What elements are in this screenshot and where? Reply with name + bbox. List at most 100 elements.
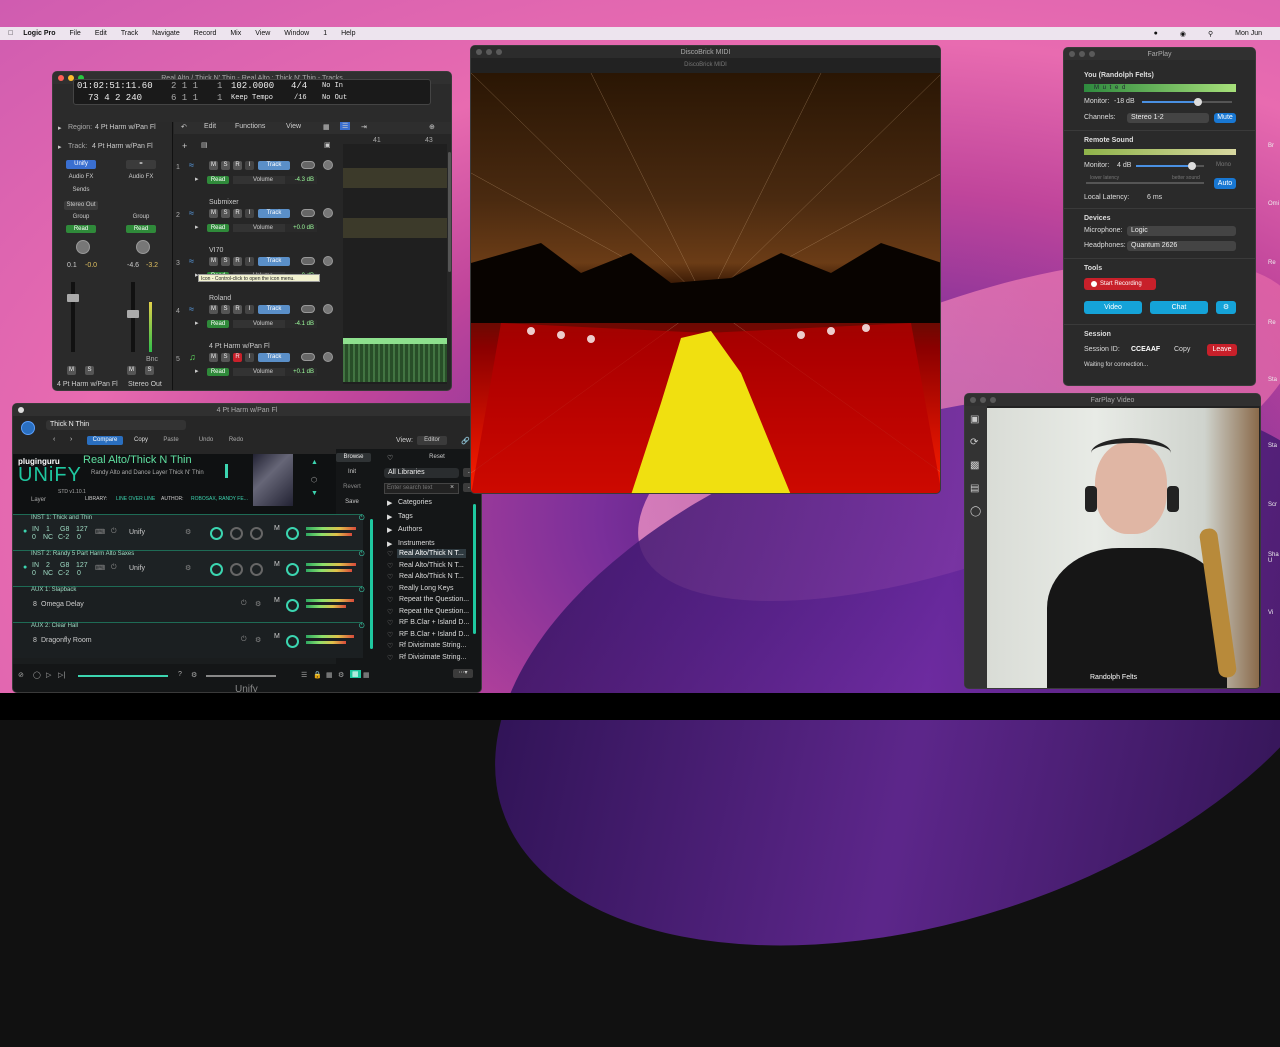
output-stereo-out[interactable]: Stereo Out (64, 201, 98, 210)
layer-mute[interactable]: M (274, 561, 280, 568)
minimize-icon[interactable] (1079, 51, 1085, 57)
desktop-item-label[interactable]: Sta (1268, 377, 1277, 383)
track-type-button[interactable]: Track (258, 209, 290, 218)
track-list-icon[interactable]: ▤ (201, 141, 208, 149)
visualizer-canvas[interactable] (471, 73, 940, 493)
record-status-icon[interactable]: ● (1154, 30, 1158, 38)
tree-item[interactable]: Categories (398, 499, 432, 506)
camera-icon[interactable]: ▣ (970, 414, 979, 425)
clear-icon[interactable]: × (450, 484, 454, 491)
down-arrow-icon[interactable]: ▼ (311, 490, 318, 497)
track-type-button[interactable]: Track (258, 353, 290, 362)
result-item[interactable]: RF B.Clar + Island D... (397, 630, 471, 639)
back-arrow-icon[interactable]: ↶ (181, 123, 187, 131)
list-icon[interactable]: ☰ (340, 122, 351, 130)
headphones-select[interactable]: Quantum 2626 (1127, 241, 1236, 251)
library-select[interactable]: All Libraries (384, 468, 459, 478)
close-icon[interactable] (1069, 51, 1075, 57)
favorite-heart-icon[interactable]: ♡ (387, 550, 393, 558)
scrollbar[interactable] (448, 152, 451, 272)
menu-1[interactable]: 1 (323, 30, 327, 37)
layer-power-icon[interactable]: ⏻ (359, 587, 365, 595)
mute-button[interactable]: M (209, 209, 218, 218)
zoom-icon[interactable] (496, 49, 502, 55)
menu-record[interactable]: Record (194, 30, 217, 37)
mute-button[interactable]: M (209, 257, 218, 266)
tree-arrow-icon[interactable]: ▶ (387, 526, 392, 534)
heart-icon[interactable]: ♡ (387, 454, 393, 462)
chevron-right-icon[interactable]: ▸ (195, 223, 199, 231)
pan-knob[interactable] (323, 160, 333, 170)
favorite-heart-icon[interactable]: ♡ (387, 619, 393, 627)
input-monitor-button[interactable]: I (245, 353, 254, 362)
region-block[interactable] (343, 218, 447, 238)
mute-button[interactable]: M (209, 305, 218, 314)
view-menu[interactable]: View (286, 123, 301, 130)
desktop-item-label[interactable]: Re (1268, 320, 1276, 326)
velocity-low[interactable]: 0 (77, 534, 81, 541)
bounce-label[interactable]: Bnc (146, 356, 158, 363)
video-button[interactable]: Video (1084, 301, 1142, 314)
mute-button-2[interactable]: M (127, 366, 136, 375)
browse-tab[interactable]: Browse (336, 453, 371, 462)
menu-file[interactable]: File (70, 30, 81, 37)
key-high[interactable]: G8 (60, 526, 69, 533)
layer-power-icon[interactable]: ⏻ (359, 623, 365, 631)
mixer-icon[interactable]: ▦ (326, 671, 333, 679)
volume-toggle[interactable] (301, 209, 315, 217)
next-arrow-icon[interactable]: › (70, 436, 72, 443)
grid-icon-2[interactable]: ▦ (363, 671, 370, 679)
chevron-right-icon[interactable]: ▸ (58, 143, 62, 151)
key-high[interactable]: G8 (60, 562, 69, 569)
close-icon[interactable] (58, 75, 64, 81)
menu-clock[interactable]: Mon Jun (1235, 30, 1262, 38)
search-input[interactable]: Enter search text (384, 483, 459, 494)
rotate-icon[interactable]: ⟳ (970, 437, 978, 448)
desktop-item-label[interactable]: Sha U (1268, 552, 1280, 564)
layers-scrollbar[interactable] (370, 519, 373, 649)
result-item[interactable]: Real Alto/Thick N T... (397, 561, 466, 570)
send-ring-knob[interactable] (250, 527, 263, 540)
favorite-heart-icon[interactable]: ♡ (387, 631, 393, 639)
input-monitor-button[interactable]: I (245, 305, 254, 314)
menu-app-name[interactable]: Logic Pro (23, 30, 55, 37)
chevron-right-icon[interactable]: ▸ (195, 319, 199, 327)
solo-button[interactable]: S (221, 305, 230, 314)
volume-fader[interactable] (67, 294, 79, 302)
software-instrument-icon[interactable]: ♫ (189, 352, 196, 362)
layer-button[interactable]: Layer (31, 497, 46, 503)
master-volume-slider[interactable] (206, 675, 276, 677)
output-ring-knob[interactable] (286, 563, 299, 576)
gear-icon[interactable]: ⚙ (255, 636, 261, 644)
init-button[interactable]: Init (338, 468, 366, 477)
compare-button[interactable]: Compare (87, 436, 123, 445)
power-icon[interactable]: ⏻ (241, 600, 247, 608)
menu-help[interactable]: Help (341, 30, 355, 37)
catch-icon[interactable]: ⇥ (361, 123, 367, 131)
chevron-right-icon[interactable]: ▸ (195, 175, 199, 183)
desktop-item-label[interactable]: Re (1268, 260, 1276, 266)
latency-slider[interactable] (1086, 182, 1204, 184)
chat-button[interactable]: Chat (1150, 301, 1208, 314)
region-block[interactable] (343, 168, 447, 188)
menu-edit[interactable]: Edit (95, 30, 107, 37)
lcd-display[interactable]: 01:02:51:11.60 2 1 1 1 102.0000 4/4 No I… (73, 79, 431, 105)
redo-button[interactable]: Redo (223, 436, 249, 445)
pan-knob[interactable] (76, 240, 90, 254)
bypass-power-icon[interactable] (21, 421, 35, 435)
keyboard-icon[interactable]: ⌨ (95, 564, 105, 572)
key-low[interactable]: C-2 (58, 534, 69, 541)
result-item[interactable]: Repeat the Question... (397, 607, 471, 616)
desktop-item-label[interactable]: Scr (1268, 502, 1277, 508)
microphone-select[interactable]: Logic (1127, 226, 1236, 236)
tree-item[interactable]: Tags (398, 513, 413, 520)
aux-mute[interactable]: M (274, 597, 280, 604)
group-label-2[interactable]: Group (126, 213, 156, 222)
record-enable-button[interactable]: R (233, 257, 242, 266)
settings-gear-icon[interactable]: ⚙ (1216, 301, 1236, 314)
keyboard-icon[interactable]: ⌨ (95, 528, 105, 536)
close-icon[interactable] (18, 407, 24, 413)
result-item[interactable]: Rf Divisimate String... (397, 653, 468, 662)
solo-button[interactable]: S (221, 161, 230, 170)
mute-button[interactable]: M (67, 366, 76, 375)
